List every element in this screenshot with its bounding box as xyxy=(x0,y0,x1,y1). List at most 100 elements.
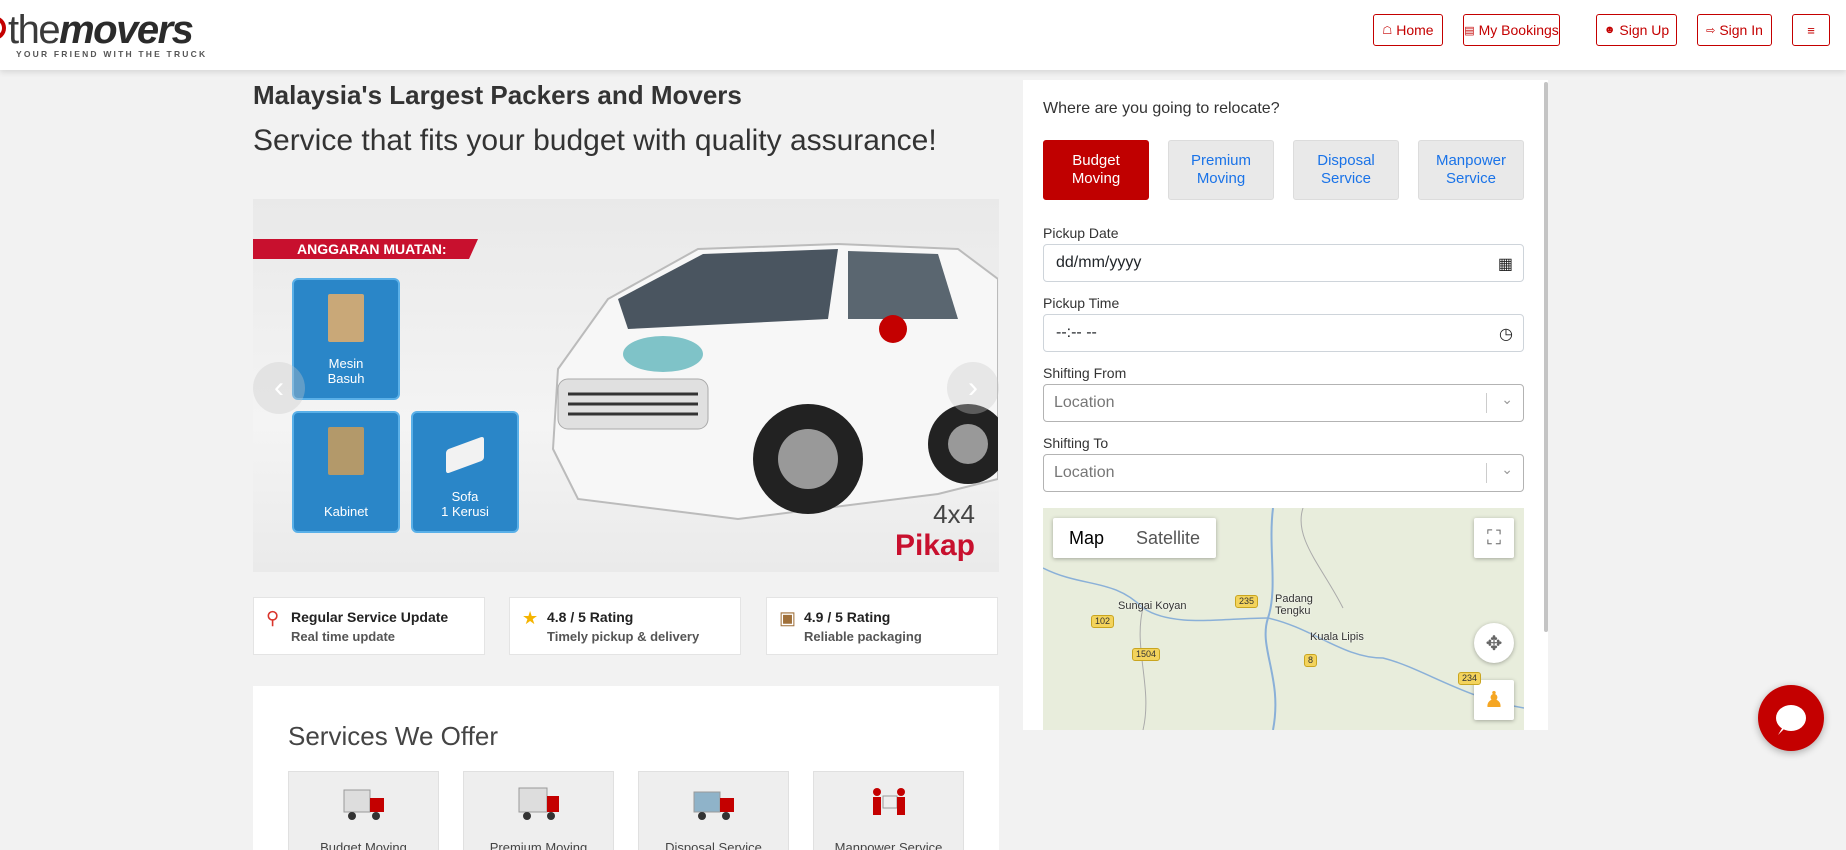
chevron-left-icon[interactable]: ‹ xyxy=(253,362,305,414)
pan-control-icon[interactable]: ✥ xyxy=(1474,623,1514,663)
nav-bookings-label: My Bookings xyxy=(1478,22,1559,38)
user-plus-icon: ☻ xyxy=(1603,24,1616,36)
box-icon xyxy=(328,294,364,342)
feature-subtitle: Reliable packaging xyxy=(804,629,922,644)
service-card-premium[interactable]: Premium Moving xyxy=(463,771,614,850)
option-premium-moving[interactable]: Premium Moving xyxy=(1168,140,1274,200)
top-navbar: themovers YOUR FRIEND WITH THE TRUCK ☖ H… xyxy=(0,0,1846,70)
chevron-right-icon[interactable]: › xyxy=(947,362,999,414)
service-label: Disposal Service xyxy=(665,840,762,850)
pickup-date-label: Pickup Date xyxy=(1043,225,1119,241)
carousel-banner: ANGGARAN MUATAN: xyxy=(253,239,478,259)
logo-tagline: YOUR FRIEND WITH THE TRUCK xyxy=(16,49,208,59)
star-icon: ★ xyxy=(522,608,539,628)
map-type-map[interactable]: Map xyxy=(1053,518,1120,558)
booking-panel: Where are you going to relocate? Budget … xyxy=(1023,80,1548,730)
feature-card: ⚲ Regular Service Update Real time updat… xyxy=(253,597,485,655)
shifting-from-select[interactable]: Location ⌄ xyxy=(1043,384,1524,422)
panel-scrollbar[interactable] xyxy=(1544,82,1548,632)
feature-title: 4.9 / 5 Rating xyxy=(804,609,891,625)
calendar-icon: ▤ xyxy=(1464,24,1475,37)
feature-title: Regular Service Update xyxy=(291,609,449,625)
nav-signin-label: Sign In xyxy=(1719,22,1763,38)
carousel-tile-label: Mesin Basuh xyxy=(327,356,365,386)
hamburger-icon: ≡ xyxy=(1807,22,1815,38)
shifting-from-placeholder: Location xyxy=(1054,394,1115,411)
truck-icon xyxy=(343,789,384,820)
services-heading: Services We Offer xyxy=(288,721,498,751)
service-label: Budget Moving xyxy=(320,840,407,850)
chat-bubble-icon xyxy=(1776,705,1806,731)
sign-in-icon: ⇨ xyxy=(1706,24,1716,37)
service-label: Premium Moving xyxy=(489,840,588,850)
nav-home-label: Home xyxy=(1396,22,1434,38)
vehicle-size-label: 4x4 xyxy=(933,499,975,529)
cabinet-icon xyxy=(328,427,364,475)
truck-icon xyxy=(518,787,559,820)
option-disposal-service[interactable]: Disposal Service xyxy=(1293,140,1399,200)
shifting-to-label: Shifting To xyxy=(1043,435,1109,451)
map-type-satellite[interactable]: Satellite xyxy=(1120,518,1216,558)
feature-subtitle: Real time update xyxy=(291,629,396,644)
sofa-icon xyxy=(446,436,484,474)
feature-title: 4.8 / 5 Rating xyxy=(547,609,634,625)
fullscreen-icon[interactable]: ⛶ xyxy=(1474,518,1514,558)
vehicle-name-label: Pikap xyxy=(894,529,975,562)
chat-button[interactable] xyxy=(1758,685,1824,751)
map-type-toggle[interactable]: Map Satellite xyxy=(1053,518,1217,558)
promo-carousel[interactable]: ANGGARAN MUATAN: Mesin Basuh Kabinet Sof… xyxy=(253,199,999,572)
nav-signup-button[interactable]: ☻ Sign Up xyxy=(1596,14,1677,46)
service-card-disposal[interactable]: Disposal Service xyxy=(638,771,789,850)
logo-text-bold: movers xyxy=(59,8,194,52)
select-separator xyxy=(1486,463,1487,483)
pegman-icon[interactable]: ♟ xyxy=(1474,680,1514,720)
pickup-time-input[interactable]: --:-- -- ◷ xyxy=(1043,314,1524,352)
home-icon: ☖ xyxy=(1382,24,1393,37)
road-marker: 234 xyxy=(1458,672,1482,685)
carousel-tile-washer: Mesin Basuh xyxy=(292,278,400,400)
road-marker: 102 xyxy=(1091,615,1115,628)
service-label: Manpower Service xyxy=(834,840,943,850)
map-place-label: Sungai Koyan xyxy=(1118,600,1187,612)
relocate-question: Where are you going to relocate? xyxy=(1043,100,1280,117)
route-map[interactable]: Map Satellite ⛶ ✥ ♟ Sungai Koyan Padang … xyxy=(1043,508,1524,730)
calendar-icon[interactable]: ▦ xyxy=(1498,254,1513,274)
carousel-tile-label: Kabinet xyxy=(323,504,369,519)
map-place-label: Padang Tengku xyxy=(1275,593,1313,617)
shifting-to-select[interactable]: Location ⌄ xyxy=(1043,454,1524,492)
select-separator xyxy=(1486,393,1487,413)
disposal-truck-icon xyxy=(693,791,734,820)
pickup-date-input[interactable]: dd/mm/yyyy ▦ xyxy=(1043,244,1524,282)
hero-subtitle: Service that fits your budget with quali… xyxy=(253,124,937,157)
pickup-truck-image xyxy=(551,242,998,521)
carousel-tile-sofa: Sofa 1 Kerusi xyxy=(411,411,519,533)
nav-signin-button[interactable]: ⇨ Sign In xyxy=(1697,14,1772,46)
road-marker: 1504 xyxy=(1132,648,1161,661)
road-marker: 235 xyxy=(1235,595,1259,608)
pickup-date-value: dd/mm/yyyy xyxy=(1056,254,1142,271)
clock-icon[interactable]: ◷ xyxy=(1499,324,1513,344)
menu-toggle-button[interactable]: ≡ xyxy=(1792,14,1830,46)
service-card-budget[interactable]: Budget Moving xyxy=(288,771,439,850)
carousel-tile-cabinet: Kabinet xyxy=(292,411,400,533)
chevron-down-icon[interactable]: ⌄ xyxy=(1501,391,1513,408)
shifting-to-placeholder: Location xyxy=(1054,464,1115,481)
chevron-down-icon[interactable]: ⌄ xyxy=(1501,461,1513,478)
shifting-from-label: Shifting From xyxy=(1043,365,1127,381)
pickup-time-value: --:-- -- xyxy=(1056,324,1097,341)
feature-card: ★ 4.8 / 5 Rating Timely pickup & deliver… xyxy=(509,597,741,655)
option-budget-moving[interactable]: Budget Moving xyxy=(1043,140,1149,200)
option-manpower-service[interactable]: Manpower Service xyxy=(1418,140,1524,200)
service-card-manpower[interactable]: Manpower Service xyxy=(813,771,964,850)
nav-signup-label: Sign Up xyxy=(1619,22,1670,38)
workers-icon xyxy=(872,788,905,815)
logo-mark-icon xyxy=(0,16,6,40)
feature-card: ▣ 4.9 / 5 Rating Reliable packaging xyxy=(766,597,998,655)
services-section: Services We Offer Budget Moving Premium … xyxy=(253,686,999,850)
road-marker: 8 xyxy=(1304,654,1318,667)
map-place-label: Kuala Lipis xyxy=(1310,631,1364,643)
nav-home-button[interactable]: ☖ Home xyxy=(1373,14,1443,46)
map-pin-icon: ⚲ xyxy=(266,608,280,628)
nav-bookings-button[interactable]: ▤ My Bookings xyxy=(1463,14,1560,46)
package-icon: ▣ xyxy=(779,608,797,628)
